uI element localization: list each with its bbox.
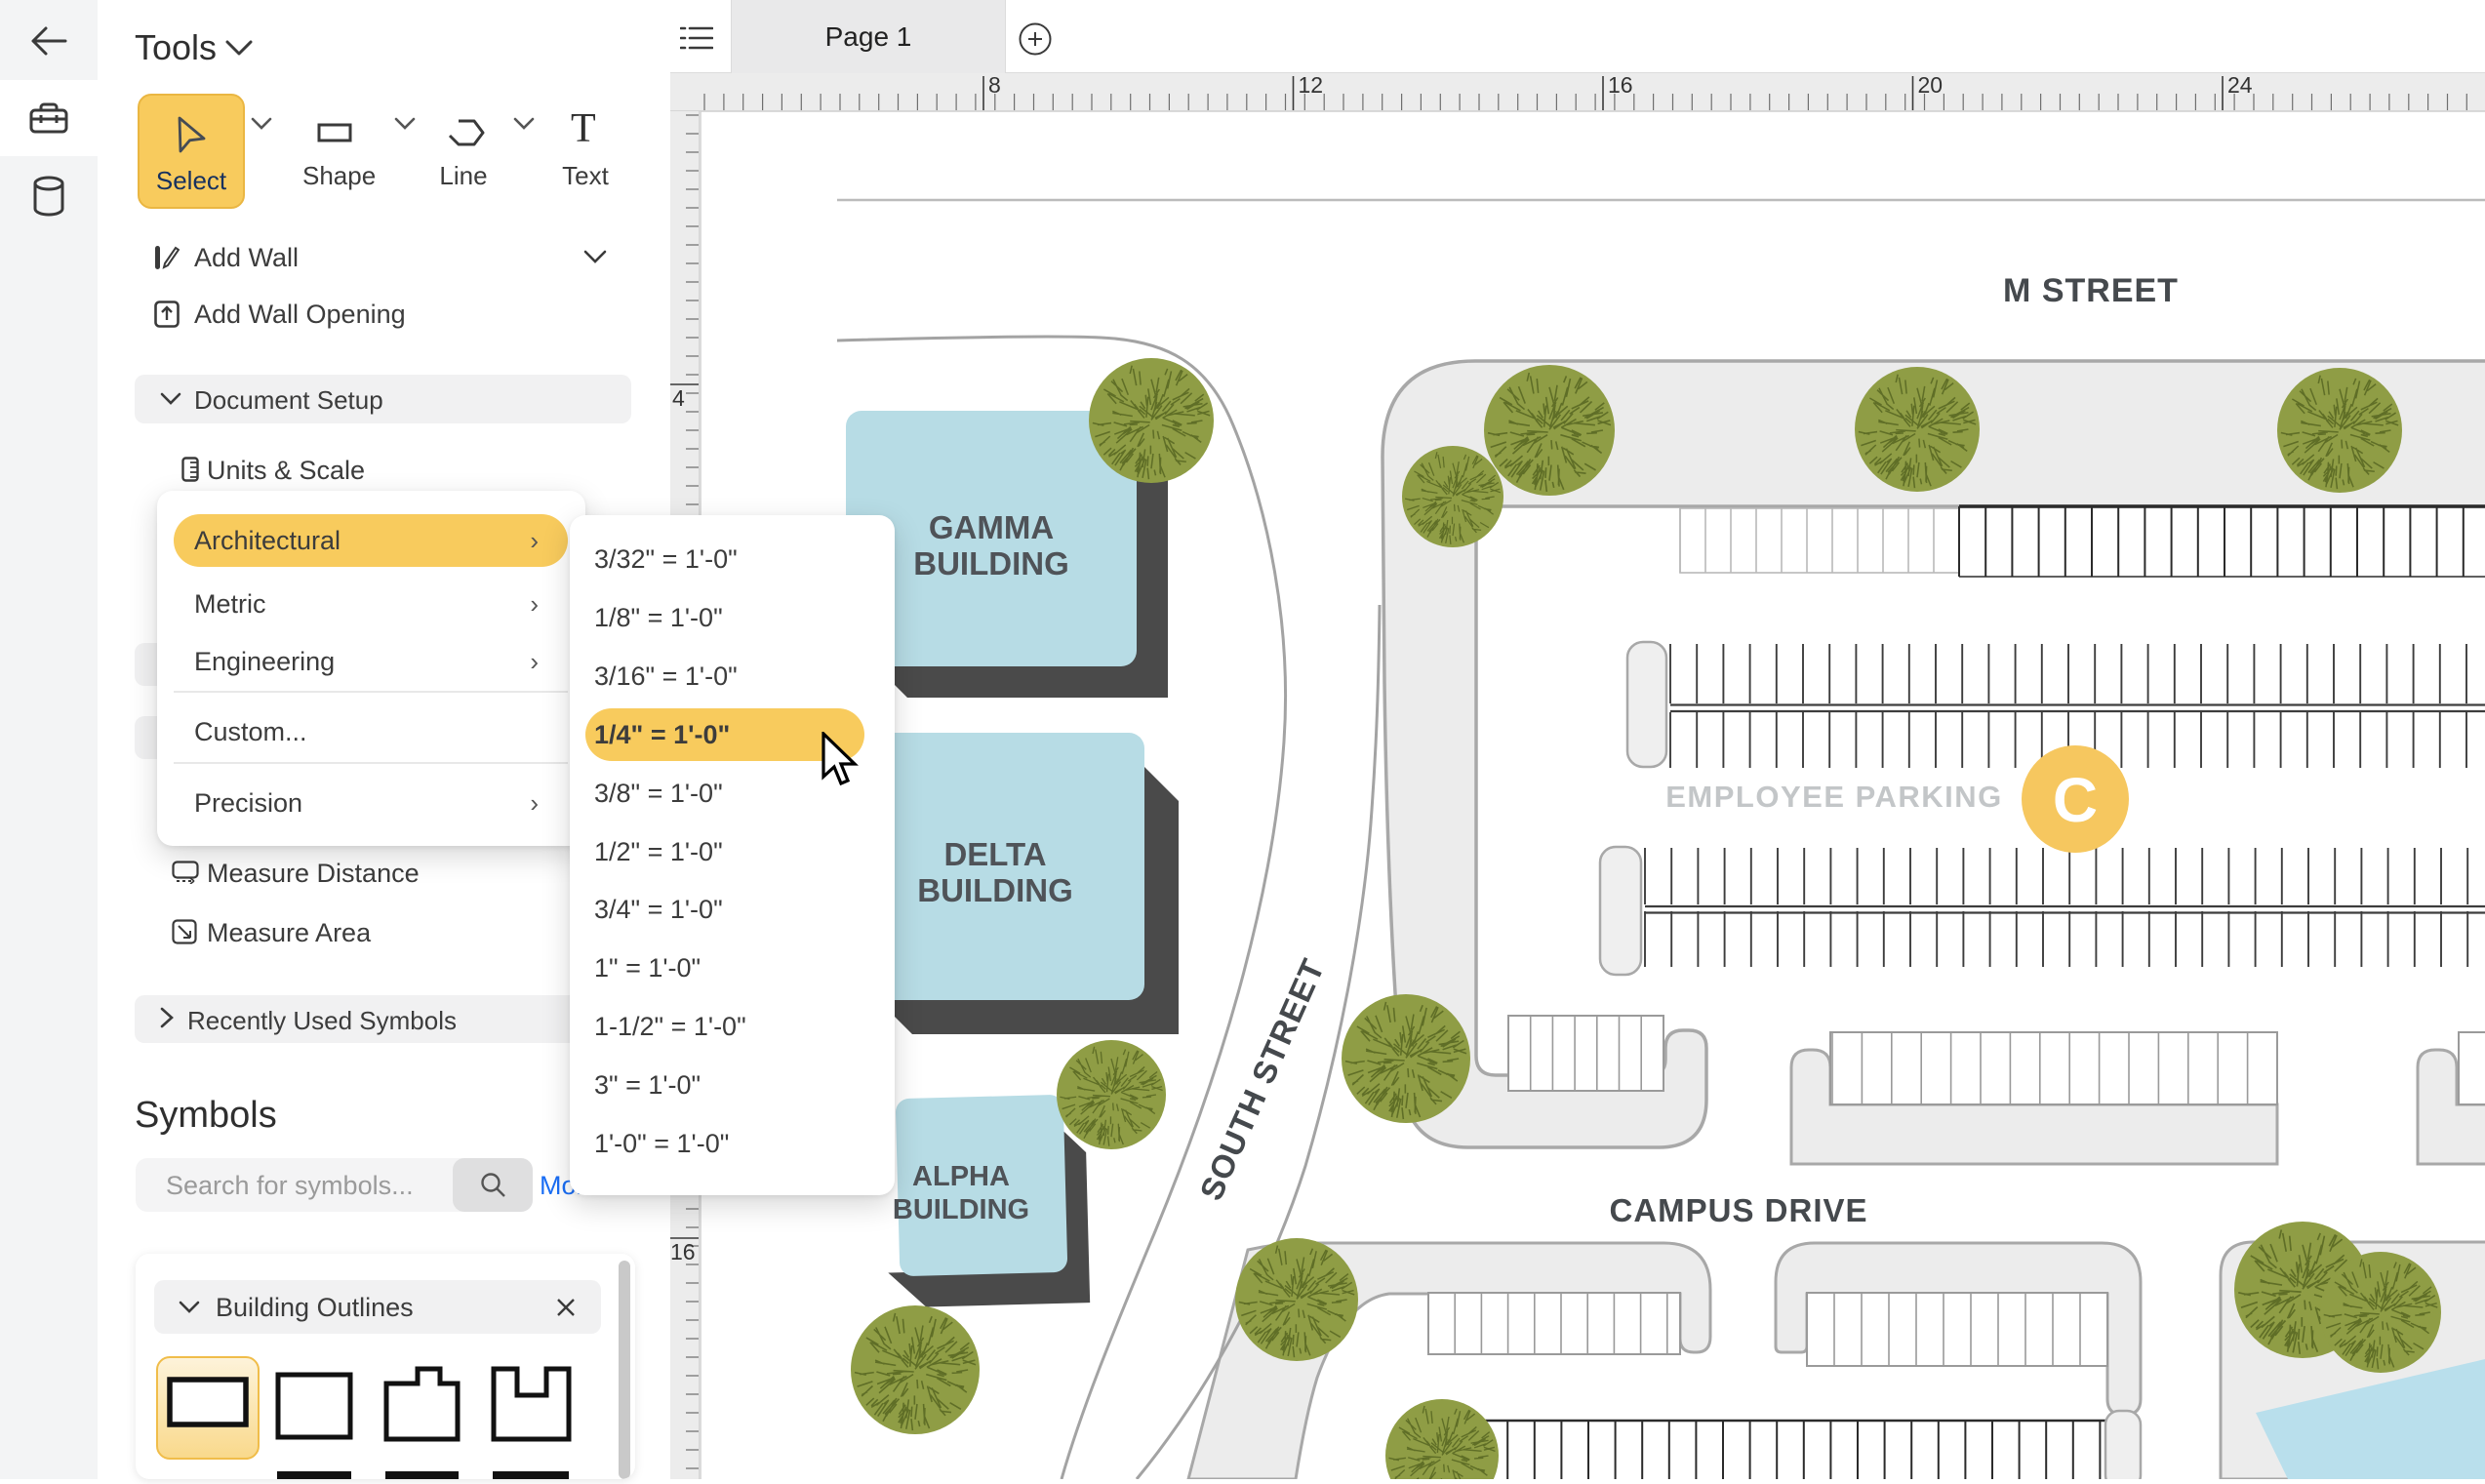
svg-text:BUILDING: BUILDING <box>917 872 1073 908</box>
svg-text:BUILDING: BUILDING <box>893 1194 1029 1225</box>
svg-text:16: 16 <box>670 1239 696 1264</box>
svg-text:ALPHA: ALPHA <box>912 1161 1010 1192</box>
svg-text:16: 16 <box>1608 73 1633 98</box>
svg-text:4: 4 <box>672 385 685 411</box>
svg-text:20: 20 <box>1918 73 1944 98</box>
svg-text:CAMPUS DRIVE: CAMPUS DRIVE <box>1609 1192 1867 1228</box>
svg-text:24: 24 <box>2227 73 2253 98</box>
svg-text:M STREET: M STREET <box>2003 272 2179 309</box>
svg-text:GAMMA: GAMMA <box>929 509 1054 545</box>
svg-text:8: 8 <box>988 73 1001 98</box>
svg-text:12: 12 <box>1299 73 1324 98</box>
svg-text:EMPLOYEE PARKING: EMPLOYEE PARKING <box>1665 780 2003 814</box>
svg-text:C: C <box>2053 765 2098 835</box>
svg-text:DELTA: DELTA <box>943 836 1046 872</box>
svg-text:BUILDING: BUILDING <box>913 545 1069 582</box>
